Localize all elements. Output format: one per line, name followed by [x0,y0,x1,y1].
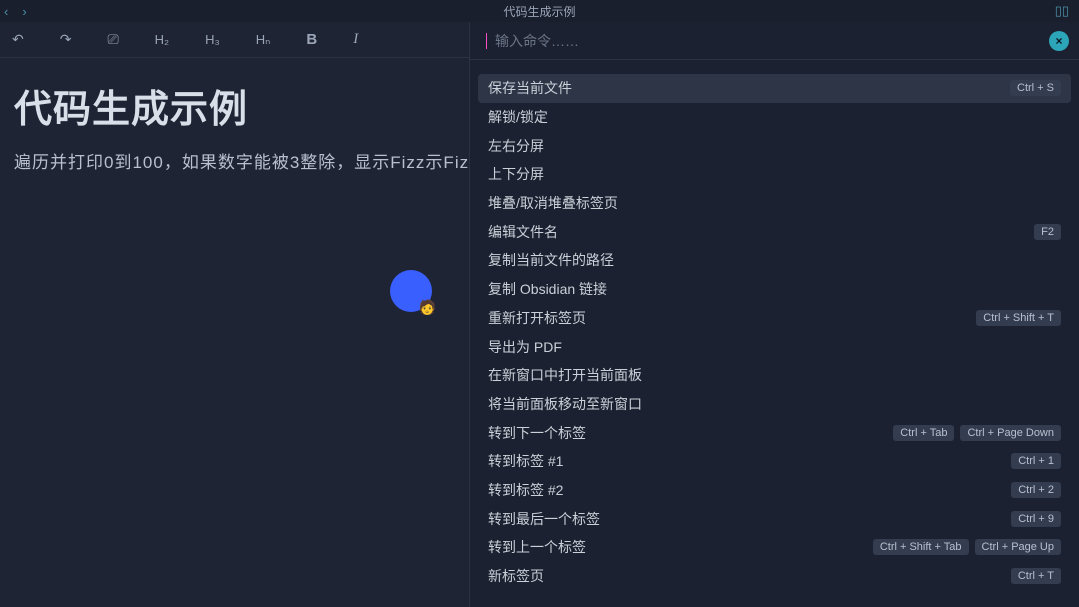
command-item[interactable]: 转到标签 #2 Ctrl + 2 [478,476,1071,505]
command-shortcuts: Ctrl + Tab Ctrl + Page Down [893,425,1061,441]
kbd-shortcut: Ctrl + Tab [893,425,954,441]
command-item[interactable]: 转到下一个标签 Ctrl + Tab Ctrl + Page Down [478,418,1071,447]
command-item[interactable]: 编辑文件名 F2 [478,217,1071,246]
command-item[interactable]: 转到上一个标签 Ctrl + Shift + Tab Ctrl + Page Up [478,533,1071,562]
text-cursor [486,33,487,49]
command-item[interactable]: 保存当前文件 Ctrl + S [478,74,1071,103]
kbd-shortcut: Ctrl + 9 [1011,511,1061,527]
italic-button[interactable]: I [353,31,358,48]
command-label: 转到上一个标签 [488,537,586,557]
tab-title: 代码生成示例 [503,3,575,20]
command-label: 复制 Obsidian 链接 [488,279,607,299]
title-bar: ‹ › 代码生成示例 ▯▯ [0,0,1079,22]
erase-button[interactable]: ⎚ [107,31,118,48]
command-item[interactable]: 转到标签 #1 Ctrl + 1 [478,447,1071,476]
reading-mode[interactable]: ▯▯ [1055,2,1069,20]
command-shortcuts: Ctrl + 1 [1011,453,1061,469]
command-shortcuts: Ctrl + S [1010,80,1061,96]
command-item[interactable]: 解锁/锁定 [478,103,1071,132]
command-shortcuts: Ctrl + 9 [1011,511,1061,527]
book-icon: ▯▯ [1055,3,1069,18]
command-shortcuts: Ctrl + Shift + Tab Ctrl + Page Up [873,539,1061,555]
kbd-shortcut: F2 [1034,224,1061,240]
command-item[interactable]: 转到最后一个标签 Ctrl + 9 [478,504,1071,533]
command-item[interactable]: 堆叠/取消堆叠标签页 [478,189,1071,218]
command-item[interactable]: 上下分屏 [478,160,1071,189]
close-icon: × [1055,34,1062,48]
nav-history: ‹ › [4,4,27,19]
command-label: 导出为 PDF [488,337,562,357]
command-item[interactable]: 左右分屏 [478,131,1071,160]
command-shortcuts: F2 [1034,224,1061,240]
command-input[interactable] [495,33,1041,49]
hn-button[interactable]: Hₙ [256,32,271,48]
kbd-shortcut: Ctrl + Page Down [960,425,1061,441]
kbd-shortcut: Ctrl + S [1010,80,1061,96]
cursor-avatar [390,270,432,312]
kbd-shortcut: Ctrl + 2 [1011,482,1061,498]
command-label: 转到标签 #1 [488,451,563,471]
kbd-shortcut: Ctrl + Page Up [975,539,1061,555]
kbd-shortcut: Ctrl + Shift + T [976,310,1061,326]
command-list: 保存当前文件Ctrl + S解锁/锁定左右分屏上下分屏堆叠/取消堆叠标签页编辑文… [470,60,1079,607]
command-item[interactable]: 将当前面板移动至新窗口 [478,390,1071,419]
command-label: 左右分屏 [488,136,544,156]
command-label: 将当前面板移动至新窗口 [488,394,642,414]
command-label: 解锁/锁定 [488,107,548,127]
command-label: 转到标签 #2 [488,480,563,500]
command-label: 堆叠/取消堆叠标签页 [488,193,618,213]
command-label: 复制当前文件的路径 [488,250,614,270]
command-label: 新标签页 [488,566,544,586]
back-icon[interactable]: ‹ [4,4,8,19]
command-label: 在新窗口中打开当前面板 [488,365,642,385]
kbd-shortcut: Ctrl + Shift + Tab [873,539,969,555]
h3-button[interactable]: H₃ [205,32,220,47]
command-item[interactable]: 导出为 PDF [478,332,1071,361]
command-item[interactable]: 在新窗口中打开当前面板 [478,361,1071,390]
close-button[interactable]: × [1049,31,1069,51]
command-shortcuts: Ctrl + T [1011,568,1061,584]
command-label: 转到最后一个标签 [488,509,600,529]
command-palette: × 保存当前文件Ctrl + S解锁/锁定左右分屏上下分屏堆叠/取消堆叠标签页编… [469,22,1079,607]
kbd-shortcut: Ctrl + 1 [1011,453,1061,469]
command-item[interactable]: 复制 Obsidian 链接 [478,275,1071,304]
command-item[interactable]: 复制当前文件的路径 [478,246,1071,275]
command-shortcuts: Ctrl + Shift + T [976,310,1061,326]
command-item[interactable]: 重新打开标签页 Ctrl + Shift + T [478,304,1071,333]
command-shortcuts: Ctrl + 2 [1011,482,1061,498]
palette-search-row: × [470,22,1079,60]
h2-button[interactable]: H₂ [155,32,169,47]
redo-button[interactable]: ↷ [60,31,72,48]
command-item[interactable]: 新标签页 Ctrl + T [478,562,1071,591]
command-label: 保存当前文件 [488,78,572,98]
forward-icon[interactable]: › [22,4,26,19]
command-label: 重新打开标签页 [488,308,586,328]
kbd-shortcut: Ctrl + T [1011,568,1061,584]
command-label: 转到下一个标签 [488,423,586,443]
command-label: 编辑文件名 [488,222,558,242]
undo-button[interactable]: ↶ [12,31,24,48]
command-label: 上下分屏 [488,164,544,184]
bold-button[interactable]: B [306,31,317,48]
